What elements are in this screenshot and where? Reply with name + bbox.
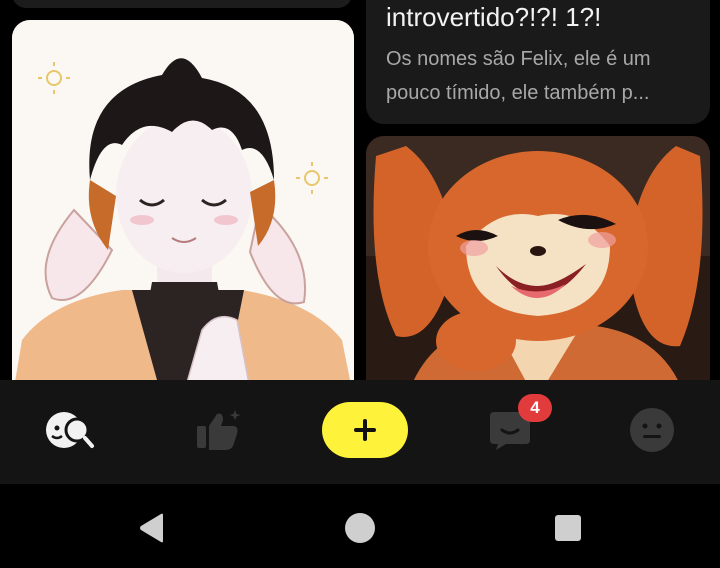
- nav-discover-button[interactable]: [30, 380, 110, 480]
- nav-create-button[interactable]: [322, 380, 408, 480]
- nav-likes-button[interactable]: [178, 380, 258, 480]
- feed: introvertido?!?! 1?! Os nomes são Felix,…: [0, 0, 720, 380]
- character-card-left[interactable]: [12, 20, 354, 380]
- face-icon: [630, 408, 674, 452]
- chats-unread-badge: 4: [518, 394, 552, 422]
- system-nav-bar: [0, 484, 720, 568]
- feed-card-partial[interactable]: [12, 0, 352, 8]
- nav-profile-button[interactable]: [612, 380, 692, 480]
- character-portrait-image: [12, 20, 354, 380]
- thumbs-up-icon: [197, 410, 241, 450]
- recents-icon: [555, 515, 581, 541]
- bottom-nav-bar: [0, 380, 720, 484]
- home-button[interactable]: [342, 510, 378, 546]
- character-card-right[interactable]: [366, 136, 710, 380]
- card-description: Os nomes são Felix, ele é um pouco tímid…: [386, 48, 651, 104]
- card-title: introvertido?!?! 1?!: [386, 2, 602, 32]
- character-portrait-image: [366, 136, 710, 380]
- recents-button[interactable]: [550, 510, 586, 546]
- back-icon: [140, 513, 163, 543]
- create-button[interactable]: [322, 402, 408, 458]
- plus-icon: [354, 419, 376, 441]
- home-icon: [345, 513, 375, 543]
- back-button[interactable]: [134, 510, 170, 546]
- discover-icon: [46, 412, 94, 448]
- feed-card-text[interactable]: introvertido?!?! 1?! Os nomes são Felix,…: [366, 0, 710, 124]
